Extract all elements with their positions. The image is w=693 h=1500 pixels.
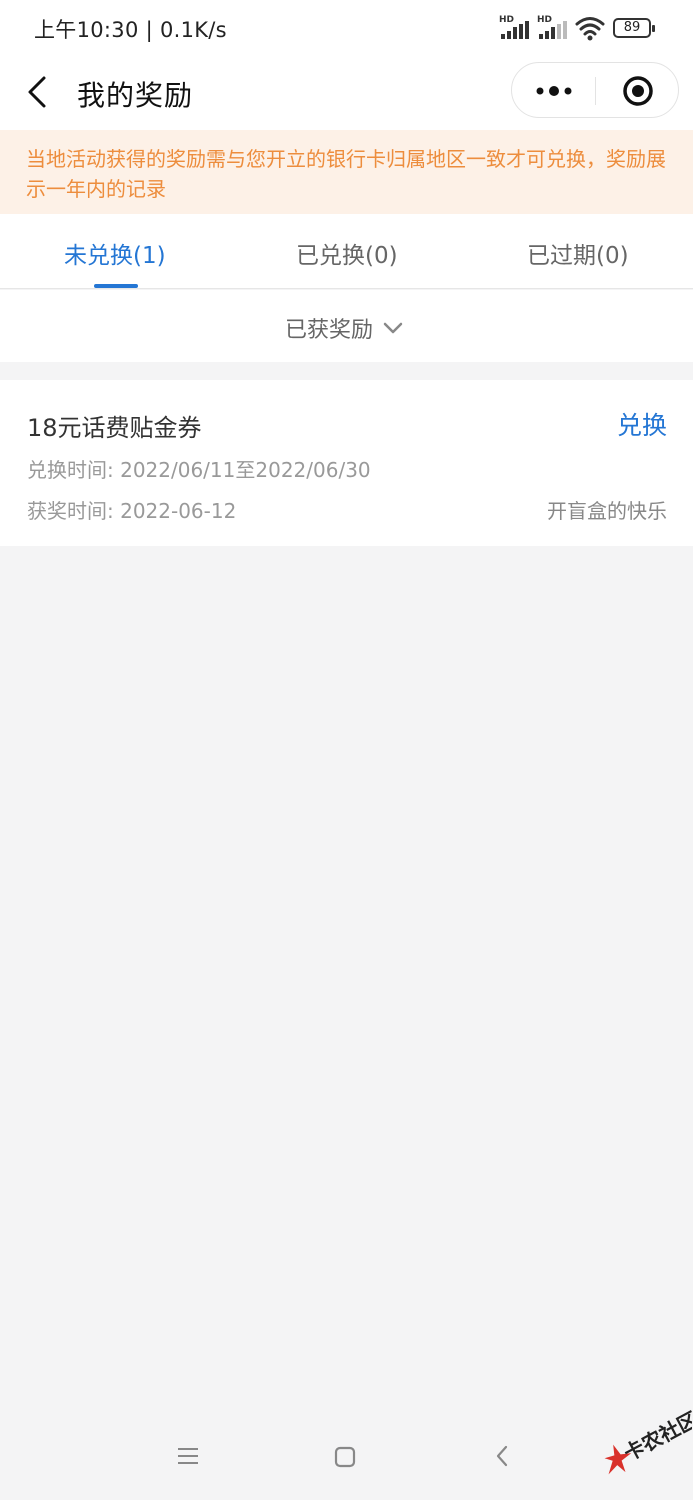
status-icons: HD HD 89	[499, 14, 655, 42]
system-back-icon[interactable]	[494, 1444, 510, 1468]
notice-banner: 当地活动获得的奖励需与您开立的银行卡归属地区一致才可兑换，奖励展示一年内的记录	[0, 130, 693, 214]
close-miniprogram-icon[interactable]	[612, 69, 664, 113]
redeem-button[interactable]: 兑换	[617, 406, 667, 442]
cellular-signal-icon: HD	[537, 15, 569, 41]
tab-unredeemed[interactable]: 未兑换(1)	[64, 236, 166, 276]
reward-source: 开盲盒的快乐	[547, 499, 667, 523]
back-arrow-icon[interactable]	[22, 72, 56, 112]
miniprogram-capsule	[511, 62, 679, 118]
rewards-page: 上午10:30 | 0.1K/s HD HD 89 我的奖励 当地活动获得的奖励…	[0, 0, 693, 1500]
status-bar: 上午10:30 | 0.1K/s HD HD 89	[0, 0, 693, 56]
filter-bar: 已获奖励	[0, 290, 693, 362]
cellular-signal-icon: HD	[499, 15, 531, 41]
reward-filter-dropdown[interactable]: 已获奖励	[285, 312, 403, 344]
reward-card: 18元话费贴金券 兑换 兑换时间: 2022/06/11至2022/06/30 …	[0, 380, 693, 546]
recent-apps-icon[interactable]	[176, 1446, 200, 1466]
nav-bar: 我的奖励	[0, 56, 693, 130]
chevron-down-icon	[383, 322, 403, 334]
watermark-logo-icon: 卡农社区	[604, 1407, 692, 1475]
tab-bar: 未兑换(1) 已兑换(0) 已过期(0)	[0, 214, 693, 289]
tab-redeemed[interactable]: 已兑换(0)	[296, 236, 398, 276]
more-dots-icon[interactable]	[522, 69, 586, 113]
award-time: 获奖时间: 2022-06-12	[27, 499, 237, 523]
wifi-icon	[575, 17, 605, 41]
reward-title: 18元话费贴金券	[27, 414, 202, 442]
page-title: 我的奖励	[77, 79, 194, 112]
status-time-speed: 上午10:30 | 0.1K/s	[34, 18, 227, 42]
watermark-text: 卡农社区	[620, 1407, 692, 1466]
filter-label: 已获奖励	[285, 318, 374, 343]
home-icon[interactable]	[334, 1446, 356, 1468]
redeem-time: 兑换时间: 2022/06/11至2022/06/30	[27, 458, 371, 482]
battery-icon: 89	[613, 18, 655, 38]
tab-expired[interactable]: 已过期(0)	[527, 236, 629, 276]
capsule-divider	[595, 77, 596, 105]
active-tab-indicator	[94, 284, 138, 288]
